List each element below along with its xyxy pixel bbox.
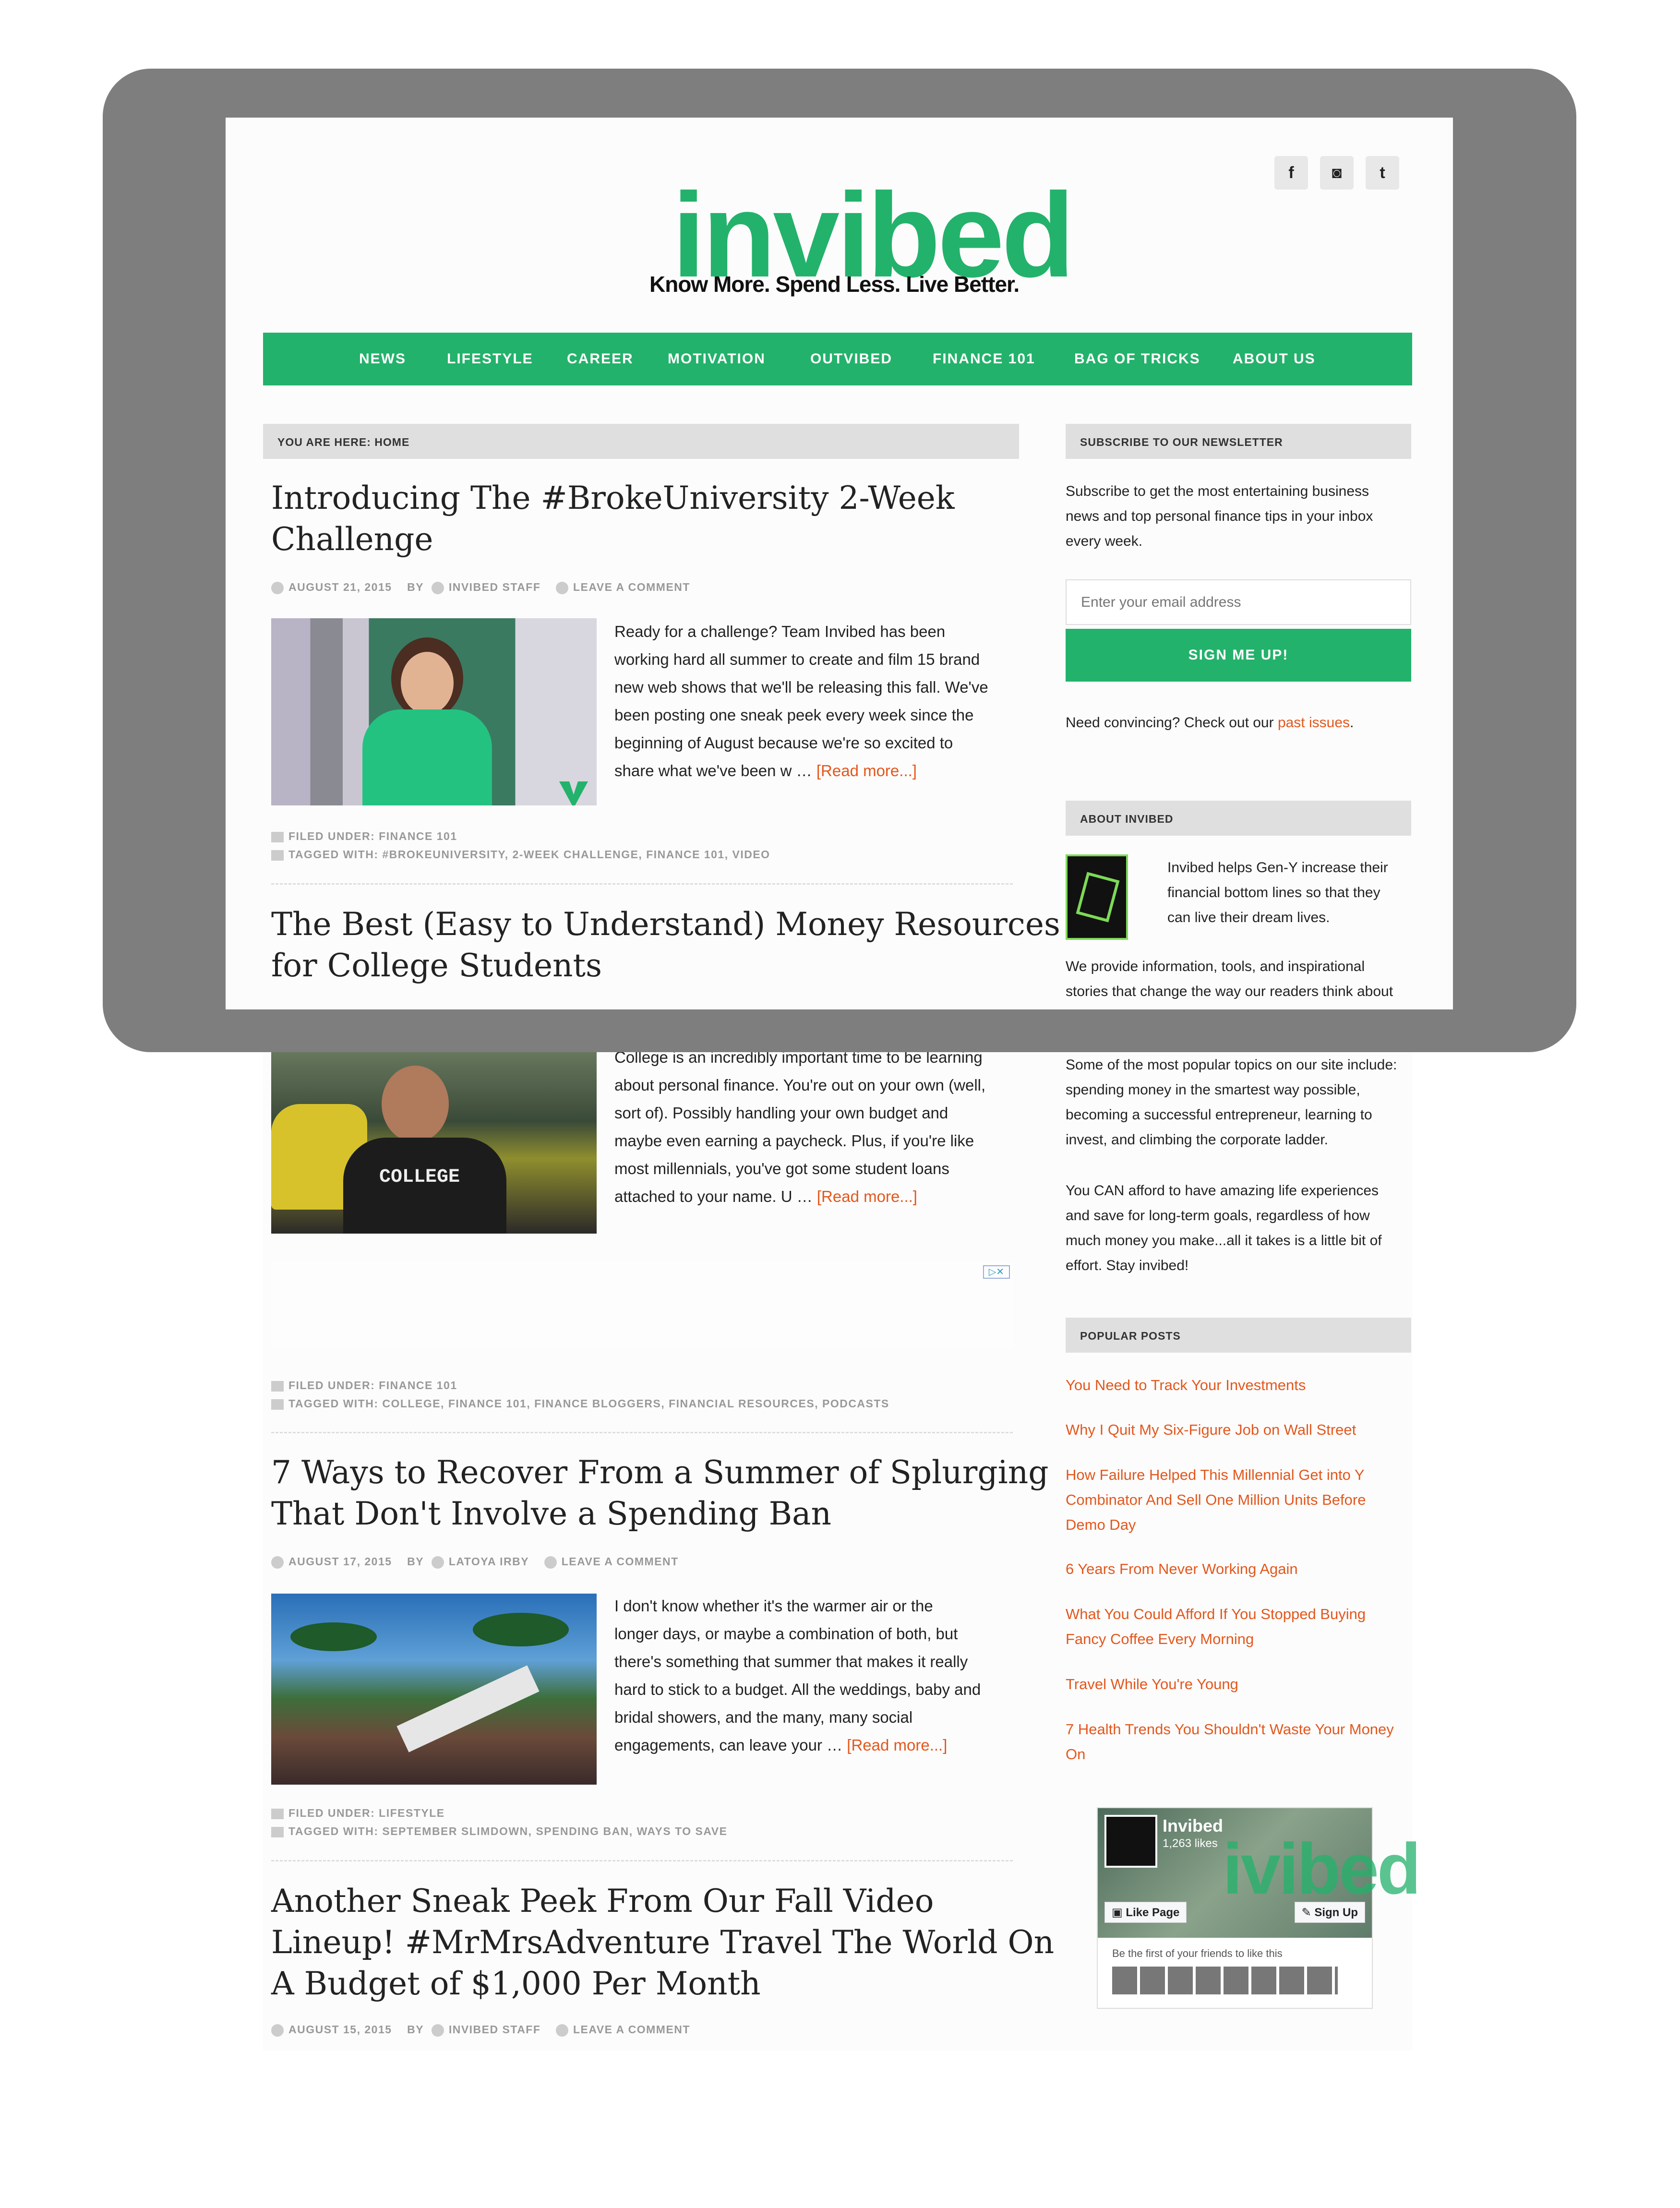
breadcrumb: YOU ARE HERE: HOME	[263, 424, 1019, 459]
about-heading: ABOUT INVIBED	[1066, 801, 1411, 836]
leave-comment-link[interactable]: LEAVE A COMMENT	[573, 581, 690, 593]
nav-lifestyle[interactable]: LIFESTYLE	[447, 351, 533, 367]
fb-signup-button[interactable]: ✎ Sign Up	[1294, 1902, 1365, 1923]
post-title[interactable]: Another Sneak Peek From Our Fall Video Li…	[271, 1881, 1054, 2004]
user-icon	[431, 581, 444, 594]
user-icon	[431, 1556, 444, 1569]
post-meta: AUGUST 17, 2015 BY LATOYA IRBY LEAVE A C…	[271, 1555, 679, 1569]
leave-comment-link[interactable]: LEAVE A COMMENT	[562, 1555, 679, 1568]
popular-post-link[interactable]: Travel While You're Young	[1066, 1672, 1411, 1697]
divider	[271, 1860, 1013, 1861]
adchoices-icon[interactable]: ▷✕	[983, 1265, 1010, 1279]
email-input[interactable]	[1066, 579, 1411, 625]
post-meta: AUGUST 21, 2015 BY INVIBED STAFF LEAVE A…	[271, 581, 690, 594]
nav-about-us[interactable]: ABOUT US	[1233, 351, 1316, 367]
nav-career[interactable]: CAREER	[567, 351, 634, 367]
fb-friends-text: Be the first of your friends to like thi…	[1112, 1947, 1283, 1959]
facebook-page-widget[interactable]: ivibed Invibed 1,263 likes ▣ Like Page ✎…	[1097, 1807, 1421, 2009]
folder-icon	[271, 1808, 284, 1819]
shirt-text: COLLEGE	[379, 1166, 460, 1188]
tag-icon	[271, 1826, 284, 1837]
nav-news[interactable]: NEWS	[359, 351, 406, 367]
popular-post-link[interactable]: 7 Health Trends You Shouldn't Waste Your…	[1066, 1717, 1411, 1767]
facebook-icon[interactable]: f	[1274, 156, 1308, 190]
fb-like-button[interactable]: ▣ Like Page	[1104, 1902, 1187, 1923]
tag-icon	[271, 1399, 284, 1410]
newsletter-heading: SUBSCRIBE TO OUR NEWSLETTER	[1066, 424, 1411, 459]
nav-finance-101[interactable]: FINANCE 101	[933, 351, 1035, 367]
fb-avatar	[1104, 1815, 1157, 1868]
post-title[interactable]: The Best (Easy to Understand) Money Reso…	[271, 904, 1060, 986]
post-thumbnail[interactable]: COLLEGE	[271, 1046, 597, 1234]
tag-icon	[271, 850, 284, 861]
site-tagline: Know More. Spend Less. Live Better.	[649, 272, 1020, 297]
popular-heading: POPULAR POSTS	[1066, 1318, 1411, 1353]
divider	[271, 1432, 1013, 1433]
clock-icon	[271, 581, 284, 594]
divider	[271, 883, 1013, 885]
fb-page-name[interactable]: Invibed	[1163, 1816, 1223, 1836]
post-taxonomy: FILED UNDER: FINANCE 101 TAGGED WITH: #BR…	[271, 827, 770, 864]
read-more-link[interactable]: [Read more...]	[847, 1736, 947, 1754]
post-thumbnail[interactable]	[271, 1594, 597, 1785]
comment-icon	[555, 581, 568, 594]
twitter-icon[interactable]: t	[1366, 156, 1399, 190]
fb-friend-avatars	[1112, 1967, 1338, 1994]
about-text: Invibed helps Gen-Y increase their financ…	[1167, 860, 1388, 925]
about-paragraph: You CAN afford to have amazing life expe…	[1066, 1183, 1382, 1273]
popular-post-link[interactable]: Why I Quit My Six-Figure Job on Wall Str…	[1066, 1417, 1411, 1442]
nav-outvibed[interactable]: OUTVIBED	[810, 351, 892, 367]
user-icon	[431, 2024, 444, 2037]
ad-slot[interactable]: ▷✕	[271, 1262, 1013, 1349]
post-taxonomy: FILED UNDER: LIFESTYLE TAGGED WITH: SEPTE…	[271, 1804, 727, 1840]
comment-icon	[544, 1556, 557, 1569]
post-thumbnail[interactable]	[271, 618, 597, 805]
post-excerpt: College is an incredibly important time …	[614, 1048, 986, 1205]
folder-icon	[271, 1380, 284, 1392]
about-paragraph: We provide information, tools, and inspi…	[1066, 959, 1393, 999]
fb-likes: 1,263 likes	[1163, 1837, 1218, 1850]
popular-post-link[interactable]: 6 Years From Never Working Again	[1066, 1557, 1411, 1582]
leave-comment-link[interactable]: LEAVE A COMMENT	[573, 2023, 690, 2036]
clock-icon	[271, 2024, 284, 2037]
newsletter-convince: Need convincing? Check out our past issu…	[1066, 715, 1354, 731]
popular-post-link[interactable]: How Failure Helped This Millennial Get i…	[1066, 1463, 1411, 1537]
read-more-link[interactable]: [Read more...]	[816, 762, 917, 780]
post-taxonomy: FILED UNDER: FINANCE 101 TAGGED WITH: COL…	[271, 1376, 889, 1413]
post-excerpt: Ready for a challenge? Team Invibed has …	[614, 623, 988, 780]
fb-cover-text: ivibed	[1223, 1828, 1421, 1909]
nav-motivation[interactable]: MOTIVATION	[668, 351, 766, 367]
popular-post-link[interactable]: What You Could Afford If You Stopped Buy…	[1066, 1602, 1411, 1652]
folder-icon	[271, 831, 284, 842]
about-paragraph: Some of the most popular topics on our s…	[1066, 1057, 1397, 1148]
nav-bag-of-tricks[interactable]: BAG OF TRICKS	[1074, 351, 1200, 367]
post-excerpt: I don't know whether it's the warmer air…	[614, 1597, 981, 1754]
sign-up-button[interactable]: SIGN ME UP!	[1066, 629, 1411, 682]
post-title[interactable]: 7 Ways to Recover From a Summer of Splur…	[271, 1452, 1048, 1535]
post-meta: AUGUST 15, 2015 BY INVIBED STAFF LEAVE A…	[271, 2023, 690, 2037]
popular-post-link[interactable]: You Need to Track Your Investments	[1066, 1373, 1411, 1398]
clock-icon	[271, 1556, 284, 1569]
instagram-icon[interactable]: ◙	[1320, 156, 1354, 190]
main-nav: NEWS LIFESTYLE CAREER MOTIVATION OUTVIBE…	[263, 333, 1412, 385]
newsletter-text: Subscribe to get the most entertaining b…	[1066, 483, 1373, 549]
past-issues-link[interactable]: past issues	[1278, 715, 1350, 731]
read-more-link[interactable]: [Read more...]	[817, 1188, 917, 1205]
post-title[interactable]: Introducing The #BrokeUniversity 2-Week C…	[271, 478, 955, 560]
comment-icon	[555, 2024, 568, 2037]
invibed-logo-icon	[1066, 854, 1128, 940]
